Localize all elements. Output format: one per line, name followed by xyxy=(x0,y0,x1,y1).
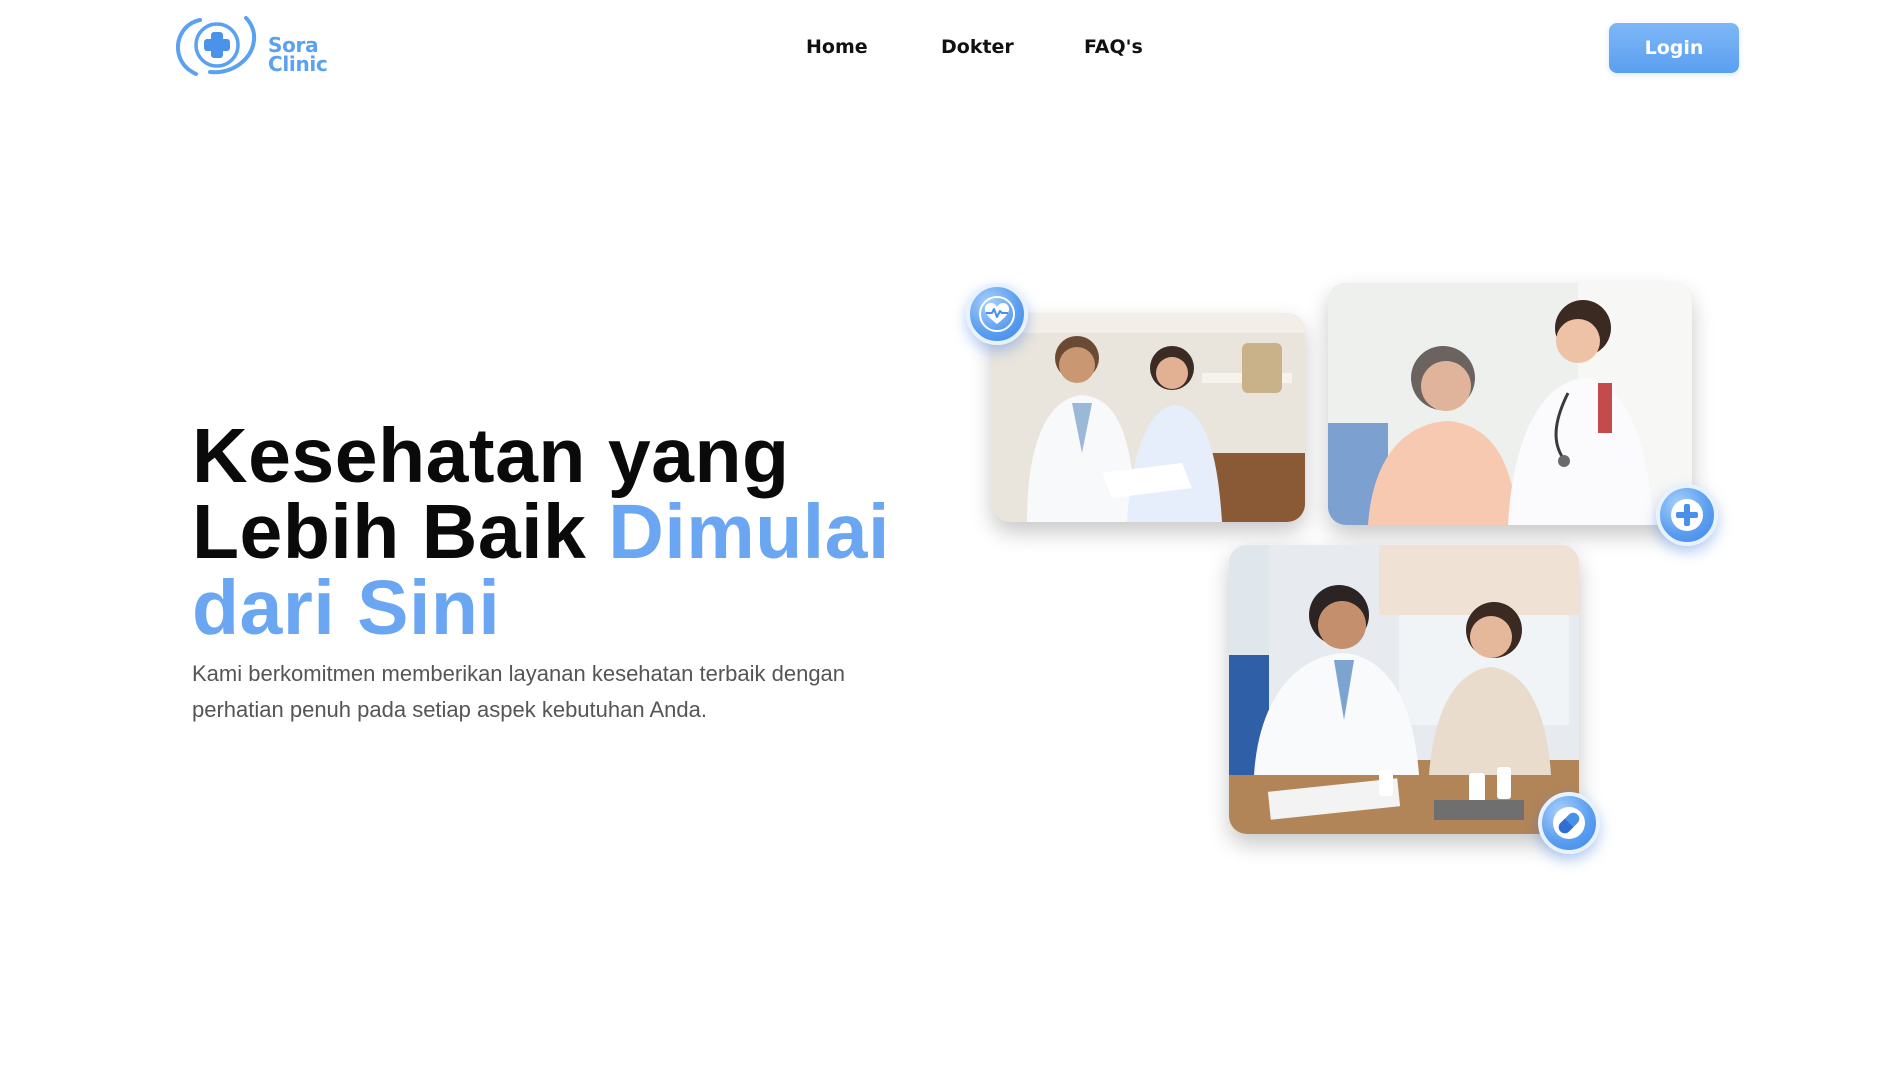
hero-title-accent-2: dari Sini xyxy=(192,565,501,651)
hero-subtitle: Kami berkomitmen memberikan layanan kese… xyxy=(192,661,846,722)
pill-badge xyxy=(1538,792,1600,854)
hero-title-line1: Kesehatan yang xyxy=(192,413,790,499)
hero-title: Kesehatan yang Lebih Baik Dimulai dari S… xyxy=(192,418,912,647)
nav-home-link[interactable]: Home xyxy=(806,36,868,58)
page: Sora Clinic Home Dokter FAQ's Login Kese… xyxy=(0,0,1898,1079)
pill-icon xyxy=(1553,807,1585,839)
nav-dokter-link[interactable]: Dokter xyxy=(941,36,1014,58)
hero-title-accent-1: Dimulai xyxy=(608,489,890,575)
hero-title-line2: Lebih Baik xyxy=(192,489,587,575)
nav-faq-link[interactable]: FAQ's xyxy=(1084,36,1143,58)
doctor-consultation-photo xyxy=(992,313,1305,522)
heart-pulse-badge xyxy=(966,283,1028,345)
nurse-stethoscope-photo xyxy=(1328,283,1692,525)
plus-badge xyxy=(1656,484,1718,546)
heart-pulse-icon xyxy=(979,296,1015,332)
site-header: Sora Clinic Home Dokter FAQ's Login xyxy=(0,0,1898,100)
login-button[interactable]: Login xyxy=(1609,23,1739,73)
plus-icon xyxy=(1671,499,1703,531)
doctor-medication-photo xyxy=(1229,545,1579,834)
